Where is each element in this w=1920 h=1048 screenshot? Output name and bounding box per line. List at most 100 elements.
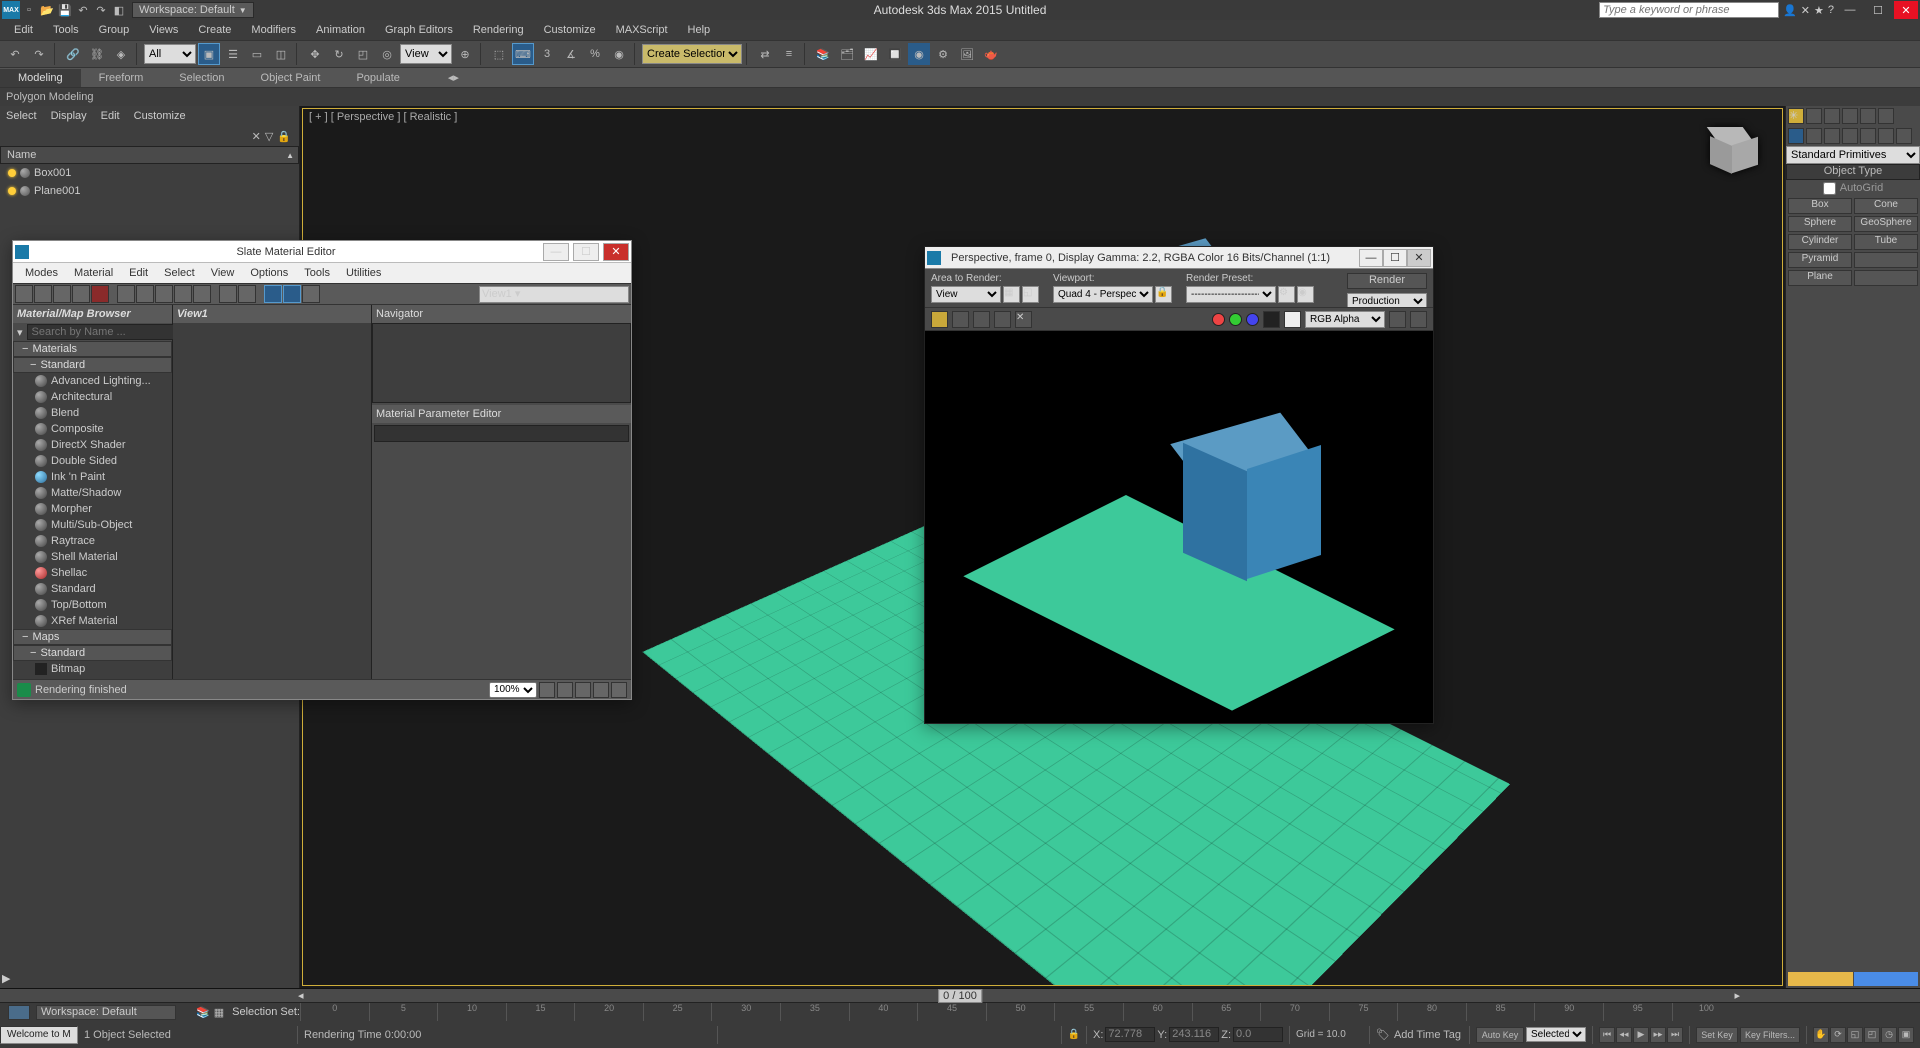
app-menu-icon[interactable]: MAX [2,1,20,19]
create-tab-icon[interactable]: ✳ [1788,108,1804,124]
group-standard-maps[interactable]: −Standard [13,645,172,661]
redo-button[interactable]: ↷ [28,43,50,65]
slate-zoomregion-button[interactable] [593,682,609,698]
slate-menu-material[interactable]: Material [66,265,121,281]
align-button[interactable]: ≡ [778,43,800,65]
zoom-ext-button[interactable]: ◰ [1864,1027,1880,1043]
layers-icon[interactable]: 📚 [196,1006,210,1019]
channel-alpha-button[interactable] [1263,311,1280,328]
spinner-snap-button[interactable]: ◉ [608,43,630,65]
browser-tree[interactable]: −Materials −Standard Advanced Lighting..… [13,341,172,679]
render-titlebar[interactable]: Perspective, frame 0, Display Gamma: 2.2… [925,247,1433,269]
scale-button[interactable]: ◰ [352,43,374,65]
create-cone-button[interactable]: Cone [1854,198,1918,214]
redo-icon[interactable]: ↷ [92,1,110,19]
create-sphere-button[interactable]: Sphere [1788,216,1852,232]
mat-topbottom[interactable]: Top/Bottom [13,597,172,613]
slate-pan-button[interactable] [539,682,555,698]
keyboard-shortcut-override[interactable]: ⌨ [512,43,534,65]
visibility-icon[interactable] [8,187,16,195]
unlink-button[interactable]: ⛓ [86,43,108,65]
display-tab-icon[interactable] [1860,108,1876,124]
signin-icon[interactable]: 👤 [1783,4,1797,17]
lock-selection-button[interactable]: 🔒 [1062,1026,1087,1044]
swatch[interactable] [1788,972,1853,986]
selection-filter-dropdown[interactable]: All [144,44,196,64]
slate-movedown-button[interactable] [238,285,256,303]
exchange-icon[interactable]: ✕ [1801,4,1810,17]
project-icon[interactable]: ◧ [110,1,128,19]
time-tag-cell[interactable]: 🏷 Add Time Tag [1370,1026,1470,1044]
help-icon[interactable]: ? [1828,4,1834,16]
slate-moveup-button[interactable] [219,285,237,303]
coord-y-field[interactable]: 243.116 [1169,1027,1219,1042]
channel-red-button[interactable] [1212,313,1225,326]
slate-select-button[interactable] [15,285,33,303]
menu-edit[interactable]: Edit [4,22,43,38]
copy-button[interactable] [952,311,969,328]
slate-layout-button[interactable] [117,285,135,303]
pan-view-button[interactable]: ✋ [1813,1027,1829,1043]
area-dropdown[interactable]: View [931,286,1001,303]
render-button[interactable]: Render [1347,273,1427,289]
viewport-dropdown[interactable]: Quad 4 - Perspec [1053,286,1153,303]
mirror-button[interactable]: ⇄ [754,43,776,65]
move-button[interactable]: ✥ [304,43,326,65]
refcoord-dropdown[interactable]: View [400,44,452,64]
slate-zoomext-button[interactable] [575,682,591,698]
place-button[interactable]: ◎ [376,43,398,65]
object-type-header[interactable]: Object Type [1786,164,1920,180]
slate-maximize-button[interactable]: ☐ [573,243,599,261]
ribbon-tab-freeform[interactable]: Freeform [81,69,162,87]
render-maximize-button[interactable]: ☐ [1383,249,1407,267]
map-bitmap[interactable]: Bitmap [13,661,172,677]
mat-raytrace[interactable]: Raytrace [13,533,172,549]
create-plane-button[interactable]: Plane [1788,270,1852,286]
scroll-left-icon[interactable]: ◂ [298,989,304,1002]
se-menu-select[interactable]: Select [6,110,37,122]
channel-green-button[interactable] [1229,313,1242,326]
create-pyramid-button[interactable]: Pyramid [1788,252,1852,268]
zoom-all-button[interactable]: ◱ [1847,1027,1863,1043]
slate-material-editor[interactable]: Slate Material Editor — ☐ ✕ Modes Materi… [12,240,632,700]
material-editor-button[interactable]: ◉ [908,43,930,65]
time-config-button[interactable] [8,1005,30,1020]
rendered-frame-button[interactable]: 🖼 [956,43,978,65]
mat-directx[interactable]: DirectX Shader [13,437,172,453]
render-setup-button[interactable]: ⚙ [932,43,954,65]
se-menu-edit[interactable]: Edit [101,110,120,122]
menu-help[interactable]: Help [678,22,721,38]
trackbar[interactable]: ◂ 0 / 100 ▸ [0,989,1920,1003]
menu-create[interactable]: Create [188,22,241,38]
mat-standard[interactable]: Standard [13,581,172,597]
ribbon-toggle-icon[interactable]: ◂▸ [430,68,477,87]
autokey-button[interactable]: Auto Key [1476,1027,1524,1043]
close-icon[interactable]: ✕ [252,130,261,143]
layers-button[interactable]: 📚 [812,43,834,65]
menu-maxscript[interactable]: MAXScript [606,22,678,38]
toggle-overlay-button[interactable] [1389,311,1406,328]
menu-tools[interactable]: Tools [43,22,89,38]
render-close-button[interactable]: ✕ [1407,249,1431,267]
slate-showbackground-button[interactable] [283,285,301,303]
mat-morpher[interactable]: Morpher [13,501,172,517]
mat-matteshadow[interactable]: Matte/Shadow [13,485,172,501]
channel-blue-button[interactable] [1246,313,1259,326]
create-tube-button[interactable]: Tube [1854,234,1918,250]
goto-start-button[interactable]: ⏮ [1599,1027,1615,1043]
curve-editor-icon[interactable]: ▦ [214,1006,224,1019]
render-minimize-button[interactable]: — [1359,249,1383,267]
se-menu-customize[interactable]: Customize [134,110,186,122]
timeline-ticks[interactable]: 0510152025303540455055606570758085909510… [300,1003,1740,1021]
frame-indicator[interactable]: 0 / 100 [938,989,982,1003]
utilities-tab-icon[interactable] [1878,108,1894,124]
next-frame-button[interactable]: ▸▸ [1650,1027,1666,1043]
menu-customize[interactable]: Customize [534,22,606,38]
slate-titlebar[interactable]: Slate Material Editor — ☐ ✕ [13,241,631,263]
ribbon-tab-selection[interactable]: Selection [161,69,242,87]
visibility-icon[interactable] [8,169,16,177]
se-column-header[interactable]: Name ▲ [0,146,299,164]
keymode-dropdown[interactable]: Selected [1526,1027,1586,1042]
channel-mono-button[interactable] [1284,311,1301,328]
goto-end-button[interactable]: ⏭ [1667,1027,1683,1043]
